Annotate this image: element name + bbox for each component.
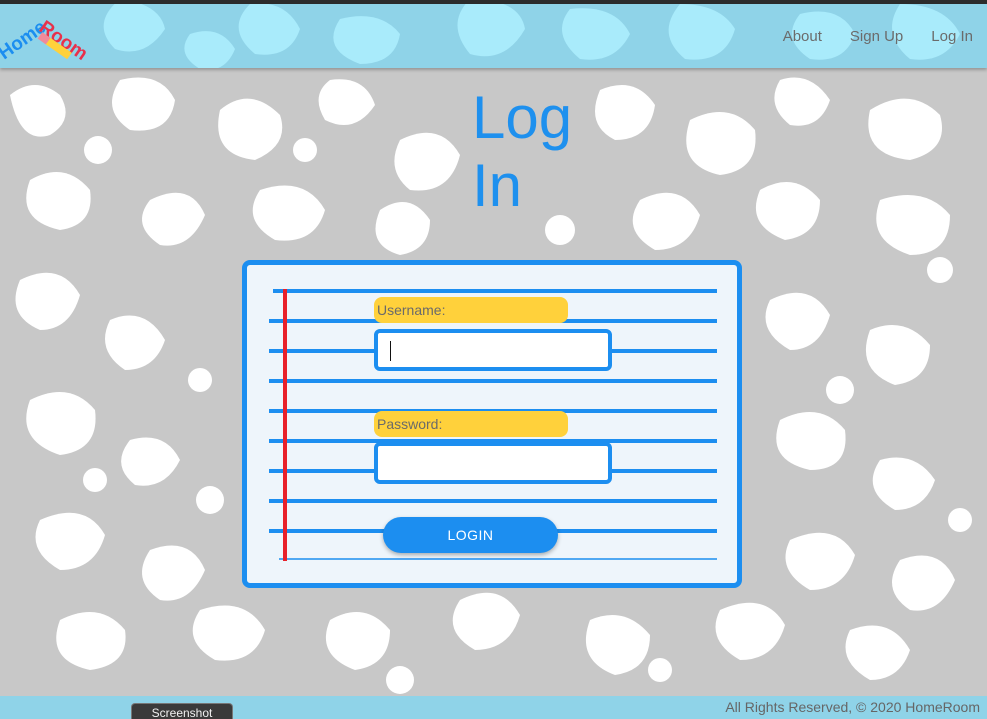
- page-title-line-1: Log: [472, 84, 573, 151]
- password-input[interactable]: [378, 446, 608, 480]
- page-title-line-2: In: [472, 152, 523, 219]
- main-nav: About Sign Up Log In: [755, 28, 973, 45]
- login-button[interactable]: LOGIN: [383, 517, 558, 553]
- password-label: Password:: [374, 411, 568, 437]
- username-input[interactable]: [378, 333, 608, 367]
- text-caret: [390, 341, 391, 361]
- nav-login-link[interactable]: Log In: [903, 28, 973, 45]
- nav-signup-link[interactable]: Sign Up: [822, 28, 903, 45]
- site-header: Home Room About Sign Up Log In: [0, 4, 987, 68]
- nav-about-link[interactable]: About: [755, 28, 822, 45]
- login-card: Username: Password: LOGIN: [242, 260, 742, 588]
- password-field-wrapper: [374, 442, 612, 484]
- screenshot-taskbar-tab[interactable]: Screenshot: [131, 703, 233, 719]
- homeroom-logo[interactable]: Home Room: [0, 10, 96, 68]
- username-field-wrapper: [374, 329, 612, 371]
- page-title: Log In: [472, 84, 612, 220]
- footer-copyright: All Rights Reserved, © 2020 HomeRoom: [725, 699, 980, 715]
- username-label: Username:: [374, 297, 568, 323]
